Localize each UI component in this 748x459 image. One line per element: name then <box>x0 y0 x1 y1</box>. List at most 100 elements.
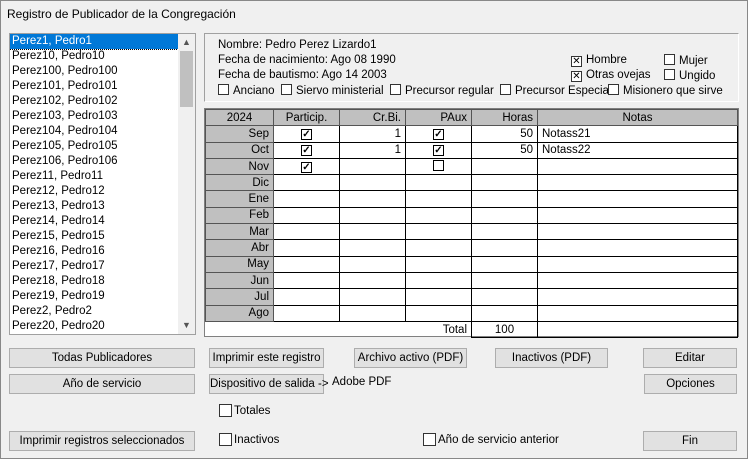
particip-cell[interactable] <box>273 288 340 306</box>
paux-cell[interactable]: ✓ <box>405 141 472 159</box>
horas-cell[interactable]: 50 <box>471 125 538 143</box>
particip-cell[interactable]: ✓ <box>273 141 340 159</box>
notas-cell[interactable] <box>537 239 738 257</box>
paux-cell[interactable] <box>405 174 472 192</box>
list-item[interactable]: Perez21, Pedro21 <box>10 334 178 335</box>
horas-cell[interactable] <box>471 288 538 306</box>
imprimir-registro-button[interactable]: Imprimir este registro <box>209 348 324 368</box>
paux-cell[interactable] <box>405 271 472 290</box>
notas-cell[interactable] <box>537 206 738 225</box>
unchecked-checkbox-icon[interactable] <box>433 159 444 171</box>
crbi-cell[interactable]: 1 <box>339 125 406 143</box>
checked-checkbox-icon[interactable]: ✓ <box>301 161 312 173</box>
crbi-cell[interactable]: 1 <box>339 141 406 159</box>
activity-grid[interactable]: 2024 Particip. Cr.Bi. PAux Horas Notas S… <box>204 108 739 339</box>
particip-cell[interactable] <box>273 174 340 192</box>
paux-cell[interactable] <box>405 239 472 257</box>
archivo-activo-button[interactable]: Archivo activo (PDF) <box>354 348 467 368</box>
horas-cell[interactable] <box>471 239 538 257</box>
list-item[interactable]: Perez14, Pedro14 <box>10 214 178 229</box>
particip-cell[interactable] <box>273 223 340 241</box>
horas-cell[interactable] <box>471 174 538 192</box>
list-item[interactable]: Perez17, Pedro17 <box>10 259 178 274</box>
crbi-cell[interactable] <box>339 206 406 225</box>
particip-cell[interactable] <box>273 304 340 322</box>
list-item[interactable]: Perez105, Pedro105 <box>10 139 178 154</box>
particip-cell[interactable] <box>273 206 340 225</box>
paux-cell[interactable]: ✓ <box>405 125 472 143</box>
particip-cell[interactable] <box>273 190 340 208</box>
particip-cell[interactable] <box>273 255 340 273</box>
ungido-checkbox[interactable]: Ungido <box>664 69 715 82</box>
checked-checkbox-icon[interactable]: ✓ <box>433 145 444 157</box>
horas-cell[interactable] <box>471 255 538 273</box>
notas-cell[interactable] <box>537 157 738 176</box>
notas-cell[interactable] <box>537 304 738 322</box>
crbi-cell[interactable] <box>339 288 406 306</box>
list-item[interactable]: Perez10, Pedro10 <box>10 49 178 64</box>
totales-checkbox[interactable]: Totales <box>219 404 270 417</box>
siervo-checkbox[interactable]: Siervo ministerial <box>281 84 384 97</box>
list-item[interactable]: Perez12, Pedro12 <box>10 184 178 199</box>
crbi-cell[interactable] <box>339 304 406 322</box>
fin-button[interactable]: Fin <box>643 431 737 451</box>
editar-button[interactable]: Editar <box>643 348 737 368</box>
list-item[interactable]: Perez2, Pedro2 <box>10 304 178 319</box>
notas-cell[interactable] <box>537 288 738 306</box>
list-item[interactable]: Perez100, Pedro100 <box>10 64 178 79</box>
particip-cell[interactable] <box>273 271 340 290</box>
todas-publicadores-button[interactable]: Todas Publicadores <box>9 348 195 368</box>
particip-cell[interactable]: ✓ <box>273 125 340 143</box>
hombre-checkbox[interactable]: ✕ Hombre <box>571 54 627 67</box>
list-item[interactable]: Perez15, Pedro15 <box>10 229 178 244</box>
ano-anterior-checkbox[interactable]: Año de servicio anterior <box>423 433 559 446</box>
horas-cell[interactable] <box>471 304 538 322</box>
otras-ovejas-checkbox[interactable]: ✕ Otras ovejas <box>571 69 651 82</box>
scrollbar[interactable]: ▲ ▼ <box>178 34 195 334</box>
crbi-cell[interactable] <box>339 239 406 257</box>
list-item[interactable]: Perez1, Pedro1 <box>10 34 179 50</box>
notas-cell[interactable] <box>537 190 738 208</box>
list-item[interactable]: Perez20, Pedro20 <box>10 319 178 334</box>
horas-cell[interactable]: 50 <box>471 141 538 159</box>
checked-checkbox-icon[interactable]: ✓ <box>433 128 444 140</box>
horas-cell[interactable] <box>471 206 538 225</box>
list-item[interactable]: Perez11, Pedro11 <box>10 169 178 184</box>
crbi-cell[interactable] <box>339 271 406 290</box>
list-item[interactable]: Perez19, Pedro19 <box>10 289 178 304</box>
scroll-thumb[interactable] <box>180 51 193 107</box>
crbi-cell[interactable] <box>339 157 406 176</box>
list-item[interactable]: Perez13, Pedro13 <box>10 199 178 214</box>
crbi-cell[interactable] <box>339 190 406 208</box>
horas-cell[interactable] <box>471 157 538 176</box>
notas-cell[interactable]: Notass22 <box>537 141 738 159</box>
crbi-cell[interactable] <box>339 255 406 273</box>
list-item[interactable]: Perez102, Pedro102 <box>10 94 178 109</box>
precursor-especial-checkbox[interactable]: Precursor Especial <box>500 84 612 97</box>
list-item[interactable]: Perez18, Pedro18 <box>10 274 178 289</box>
scroll-down-icon[interactable]: ▼ <box>178 317 195 334</box>
particip-cell[interactable] <box>273 239 340 257</box>
paux-cell[interactable] <box>405 255 472 273</box>
paux-cell[interactable] <box>405 288 472 306</box>
publisher-list[interactable]: Perez1, Pedro1 Perez10, Pedro10 Perez100, … <box>9 33 196 335</box>
scroll-up-icon[interactable]: ▲ <box>178 34 195 51</box>
horas-cell[interactable] <box>471 271 538 290</box>
dispositivo-salida-button[interactable]: Dispositivo de salida -> <box>209 374 329 394</box>
notas-cell[interactable] <box>537 271 738 290</box>
horas-cell[interactable] <box>471 190 538 208</box>
list-item[interactable]: Perez106, Pedro106 <box>10 154 178 169</box>
paux-cell[interactable] <box>405 190 472 208</box>
imprimir-seleccionados-button[interactable]: Imprimir registros seleccionados <box>9 431 195 451</box>
misionero-checkbox[interactable]: Misionero que sirve <box>608 84 723 97</box>
checked-checkbox-icon[interactable]: ✓ <box>301 128 312 140</box>
paux-cell[interactable] <box>405 223 472 241</box>
paux-cell[interactable] <box>405 206 472 225</box>
anciano-checkbox[interactable]: Anciano <box>218 84 275 97</box>
list-item[interactable]: Perez101, Pedro101 <box>10 79 178 94</box>
ano-servicio-button[interactable]: Año de servicio <box>9 374 195 394</box>
opciones-button[interactable]: Opciones <box>644 374 737 394</box>
list-item[interactable]: Perez16, Pedro16 <box>10 244 178 259</box>
list-item[interactable]: Perez104, Pedro104 <box>10 124 178 139</box>
notas-cell[interactable] <box>537 174 738 192</box>
